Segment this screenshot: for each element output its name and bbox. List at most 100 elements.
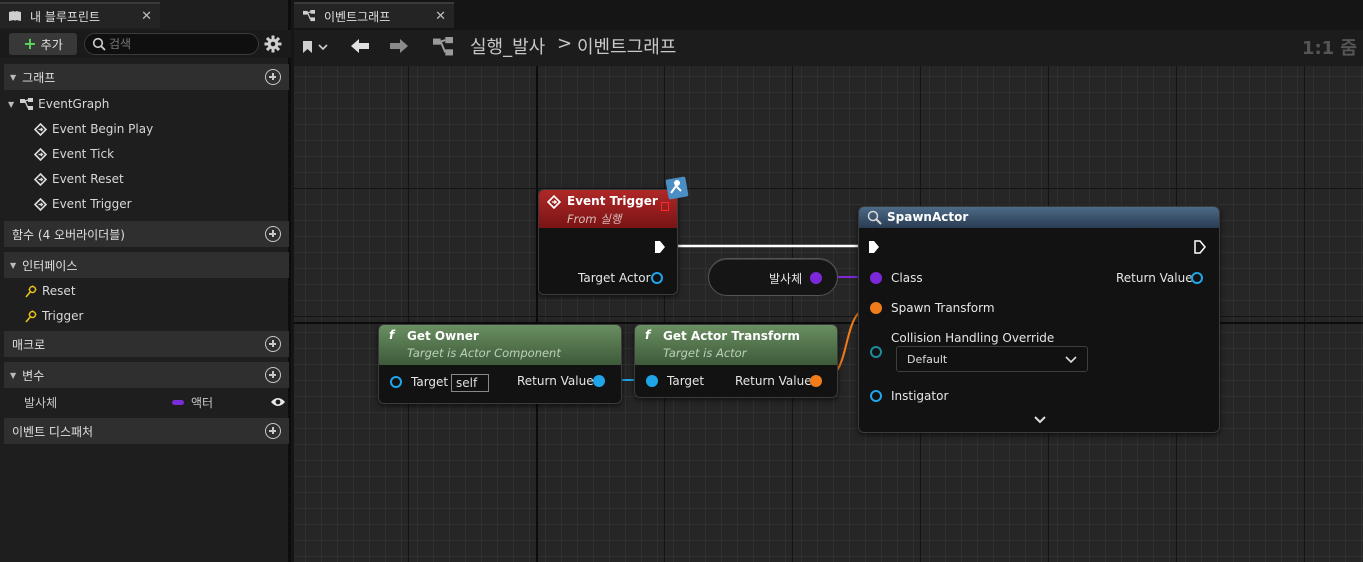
event-label: Event Trigger	[52, 197, 132, 211]
bookmark-dropdown-icon[interactable]	[302, 40, 330, 54]
interface-label: Trigger	[42, 309, 84, 323]
breadcrumb-current[interactable]: 이벤트그래프	[577, 33, 676, 59]
section-functions-label: 함수 (4 오버라이더블)	[12, 227, 125, 242]
event-label: Event Reset	[52, 172, 124, 186]
exec-output-pin[interactable]	[1193, 240, 1207, 254]
add-graph-icon[interactable]	[265, 69, 281, 85]
variable-type-pill[interactable]	[172, 400, 184, 405]
tab-title: 이벤트그래프	[324, 9, 391, 24]
section-graph[interactable]: ▼ 그래프	[4, 64, 289, 90]
instigator-pin[interactable]	[870, 390, 882, 402]
pin-label: Instigator	[891, 389, 949, 403]
tree-item-event[interactable]: Event Tick	[34, 142, 114, 166]
pin-label: Target Actor	[578, 271, 651, 285]
exec-output-pin[interactable]	[653, 240, 667, 254]
tree-item-eventgraph[interactable]: ▼ EventGraph	[8, 92, 109, 116]
node-title: Get Owner	[407, 329, 479, 343]
forward-arrow-icon[interactable]	[389, 38, 409, 54]
collapse-arrow-icon[interactable]: ▼	[8, 100, 14, 109]
graph-icon	[303, 10, 315, 22]
my-blueprint-tab[interactable]: 내 블루프린트 ✕	[0, 2, 160, 28]
target-pin[interactable]	[390, 376, 402, 388]
interface-label: Reset	[42, 284, 76, 298]
section-event-dispatchers[interactable]: 이벤트 디스패처	[4, 418, 289, 444]
close-icon[interactable]: ✕	[141, 9, 152, 24]
projectile-variable-node[interactable]: 발사체	[708, 258, 838, 296]
breadcrumb-separator: >	[557, 33, 573, 54]
search-input[interactable]	[109, 36, 249, 52]
collapse-arrow-icon[interactable]: ▼	[10, 371, 16, 380]
section-interfaces[interactable]: ▼ 인터페이스	[4, 252, 289, 278]
back-arrow-icon[interactable]	[350, 38, 370, 54]
tree-item-event[interactable]: Event Trigger	[34, 192, 132, 216]
eventgraph-label: EventGraph	[38, 97, 110, 111]
spawn-icon	[867, 210, 882, 225]
pin-label: Class	[891, 271, 923, 285]
event-label: Event Tick	[52, 147, 115, 161]
exec-input-pin[interactable]	[867, 240, 881, 254]
get-actor-transform-node[interactable]: f Get Actor Transform Target is Actor Ta…	[634, 324, 838, 398]
gear-icon[interactable]	[264, 35, 282, 53]
add-variable-icon[interactable]	[265, 367, 281, 383]
add-function-icon[interactable]	[265, 226, 281, 242]
section-variables-label: 변수	[22, 368, 45, 383]
interface-event-icon	[665, 176, 689, 200]
add-macro-icon[interactable]	[265, 336, 281, 352]
breadcrumb-root[interactable]: 실행_발사	[470, 33, 545, 59]
add-dispatcher-icon[interactable]	[265, 423, 281, 439]
target-actor-pin[interactable]	[651, 272, 663, 284]
interface-function-icon	[25, 285, 37, 298]
function-icon: f	[389, 328, 395, 342]
eye-icon[interactable]	[270, 396, 286, 408]
section-graph-label: 그래프	[22, 70, 56, 85]
add-button[interactable]: + 추가	[9, 33, 77, 55]
close-icon[interactable]: ✕	[435, 9, 446, 24]
node-title: SpawnActor	[887, 210, 969, 224]
panel-toolbar: + 추가	[0, 30, 291, 58]
expand-icon[interactable]	[1034, 416, 1046, 424]
section-functions[interactable]: 함수 (4 오버라이더블)	[4, 221, 289, 247]
return-value-pin[interactable]	[593, 375, 605, 387]
spawn-transform-pin[interactable]	[870, 302, 882, 314]
variable-row[interactable]: 발사체 액터	[4, 390, 289, 414]
node-title: Get Actor Transform	[663, 329, 800, 343]
add-button-label: 추가	[40, 37, 63, 52]
grid-major-line	[1304, 66, 1305, 562]
event-trigger-node[interactable]: Event Trigger From 실행 Target Actor	[538, 189, 678, 295]
tree-item-event[interactable]: Event Begin Play	[34, 117, 153, 141]
collapse-arrow-icon[interactable]: ▼	[10, 261, 16, 270]
delegate-pin[interactable]	[661, 202, 669, 211]
variable-type[interactable]: 액터	[191, 394, 213, 411]
variable-name: 발사체	[24, 396, 58, 410]
graph-icon	[433, 37, 453, 56]
target-pin[interactable]	[646, 375, 658, 387]
variable-output-pin[interactable]	[810, 272, 822, 284]
event-graph-tab[interactable]: 이벤트그래프 ✕	[294, 2, 454, 28]
zoom-level: 1:1 줌	[1301, 38, 1357, 59]
section-variables[interactable]: ▼ 변수	[4, 362, 289, 388]
node-subtitle: From 실행	[567, 212, 622, 226]
get-owner-node[interactable]: f Get Owner Target is Actor Component Ta…	[378, 324, 622, 404]
grid-major-line	[408, 66, 409, 562]
target-value-field[interactable]: self	[451, 374, 489, 392]
collision-dropdown[interactable]: Default	[896, 346, 1088, 372]
tree-item-interface[interactable]: Reset	[24, 279, 76, 303]
tree-item-event[interactable]: Event Reset	[34, 167, 124, 191]
class-pin[interactable]	[870, 272, 882, 284]
node-title: Event Trigger	[567, 194, 658, 208]
event-label: Event Begin Play	[52, 122, 154, 136]
tree-item-interface[interactable]: Trigger	[24, 304, 83, 328]
collapse-arrow-icon[interactable]: ▼	[10, 73, 16, 82]
spawn-actor-node[interactable]: SpawnActor Class Return Value Spawn Tran…	[858, 206, 1220, 433]
return-value-pin[interactable]	[810, 375, 822, 387]
section-dispatchers-label: 이벤트 디스패처	[12, 424, 94, 439]
graph-editor: 이벤트그래프 ✕ 실행_발사 > 이벤트그래프 1:1 줌 Event Trig…	[294, 0, 1363, 562]
graph-header: 실행_발사 > 이벤트그래프 1:1 줌	[294, 30, 1363, 66]
return-value-pin[interactable]	[1191, 272, 1203, 284]
pin-label: Return Value	[735, 374, 812, 388]
variable-label: 발사체	[769, 272, 803, 286]
my-blueprint-panel: 내 블루프린트 ✕ + 추가 ▼ 그래프 ▼ EventGraph	[0, 0, 291, 562]
section-macros[interactable]: 매크로	[4, 331, 289, 357]
collision-pin[interactable]	[870, 346, 882, 358]
search-box	[84, 33, 259, 55]
